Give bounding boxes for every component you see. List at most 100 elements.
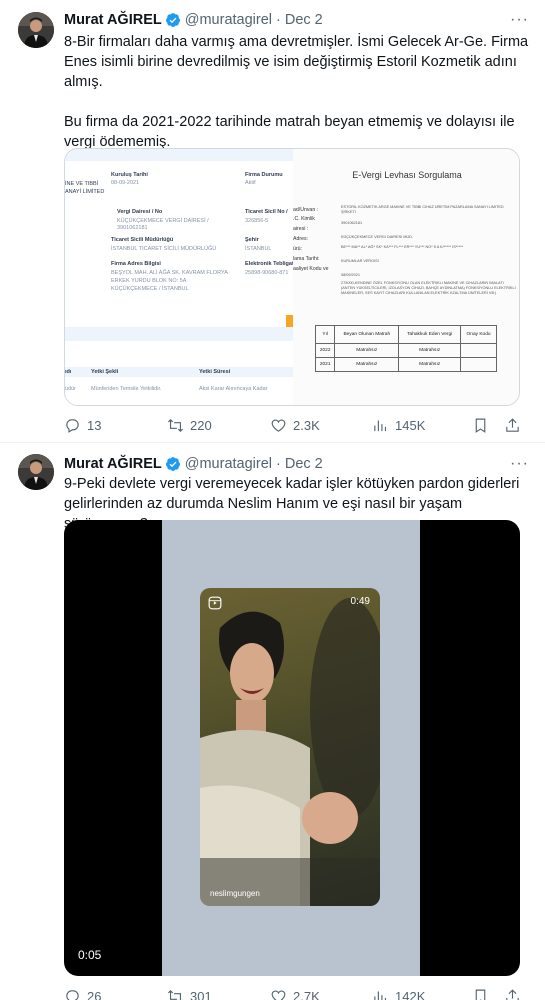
value: İNE VE TIBBİ bbox=[65, 181, 99, 187]
like-button[interactable]: 2.7K bbox=[270, 986, 320, 1000]
value: 25898-90680-871 bbox=[245, 270, 289, 276]
value: ERKEK YURDU BLOK NO: 5A bbox=[111, 278, 187, 284]
label: Ticaret Sicili Müdürlüğü bbox=[111, 237, 174, 243]
more-options-icon[interactable]: ··· bbox=[510, 10, 529, 30]
reels-icon bbox=[208, 596, 222, 610]
table-cell: 2022 bbox=[314, 343, 336, 358]
retweet-count: 220 bbox=[190, 417, 212, 433]
table-row: 2021 Matrahsız Matrahsız bbox=[314, 357, 497, 372]
author-handle[interactable]: @muratagirel bbox=[185, 10, 272, 30]
reply-button[interactable]: 26 bbox=[64, 986, 101, 1000]
reply-button[interactable]: 13 bbox=[64, 415, 101, 435]
view-count: 142K bbox=[395, 988, 426, 1000]
retweet-button[interactable]: 301 bbox=[167, 986, 212, 1000]
author-avatar[interactable] bbox=[18, 12, 54, 48]
bookmark-button[interactable] bbox=[472, 986, 489, 1000]
tweet-video[interactable]: 0:49 neslimgungen 0:05 bbox=[64, 520, 520, 976]
field-label: ürü: bbox=[293, 246, 302, 252]
table-cell: Matrahsız bbox=[398, 343, 462, 358]
like-button[interactable]: 2.3K bbox=[270, 415, 320, 435]
reply-count: 13 bbox=[87, 417, 102, 433]
table-cell: Matrahsız bbox=[398, 357, 462, 372]
retweet-count: 301 bbox=[190, 988, 212, 1000]
heart-icon bbox=[271, 990, 286, 1000]
table-header: Yetki Süresi bbox=[199, 369, 231, 375]
value: BEŞYOL MAH. ALİ AĞA SK. KAVRAM FLORYA bbox=[111, 270, 228, 276]
tweet-date[interactable]: Dec 2 bbox=[285, 454, 323, 474]
label: Vergi Dairesi / No bbox=[117, 209, 163, 215]
label: Ticaret Sicil No / bbox=[245, 209, 288, 215]
author-name[interactable]: Murat AĞIREL bbox=[64, 10, 162, 30]
reply-icon bbox=[66, 989, 79, 1000]
field-label: airesi : bbox=[293, 226, 309, 232]
field-label: .C. Kimlik bbox=[293, 216, 315, 222]
bookmark-button[interactable] bbox=[472, 415, 489, 435]
retweet-button[interactable]: 220 bbox=[167, 415, 212, 435]
value: Aktif bbox=[245, 180, 256, 186]
reel-duration: 0:49 bbox=[350, 596, 370, 607]
label: Şehir bbox=[245, 237, 259, 243]
table-header: ıdı bbox=[65, 369, 72, 375]
field-label: lama Tarihi: bbox=[293, 256, 320, 262]
label: Elektronik Tebligat bbox=[245, 261, 294, 267]
like-count: 2.7K bbox=[293, 988, 320, 1000]
views-button[interactable]: 142K bbox=[372, 986, 425, 1000]
analytics-icon bbox=[374, 991, 387, 1000]
e-vergi-levhasi-screenshot: E-Vergi Levhası Sorgulama ad/Unvan : .C.… bbox=[293, 149, 519, 405]
value: ANAYİ LİMİTED bbox=[65, 189, 105, 195]
field-value: KURUMLAR VERGİSİ bbox=[341, 259, 379, 263]
table-row: 2022 Matrahsız Matrahsız bbox=[314, 343, 497, 358]
tweet-actions: 13 220 2.3K 145K bbox=[64, 415, 524, 435]
table-header: Beyan Olunan Matrah bbox=[334, 325, 400, 344]
field-value: BE*** MA** AL* AĞ* SK* KA*** FL*** ER***… bbox=[341, 245, 464, 249]
label: Firma Adres Bilgisi bbox=[111, 261, 161, 267]
verified-badge-icon bbox=[165, 457, 180, 471]
tweet-text: 8-Bir firmaları daha varmış ama devretmi… bbox=[64, 34, 529, 150]
analytics-icon bbox=[374, 420, 387, 431]
bookmark-icon bbox=[475, 989, 486, 1000]
table-cell bbox=[460, 343, 497, 358]
table-cell bbox=[460, 357, 497, 372]
table-cell: Münferiden Temsile Yetkilidir. bbox=[91, 386, 162, 392]
value: İSTANBUL bbox=[245, 246, 272, 252]
section-band bbox=[65, 327, 293, 341]
share-button[interactable] bbox=[504, 986, 521, 1000]
field-value: ESTORİL KOZMETİK ARGE MAKİNE VE TIBBİ Cİ… bbox=[341, 205, 504, 214]
more-options-icon[interactable]: ··· bbox=[510, 454, 529, 474]
tweet[interactable]: Murat AĞIREL @muratagirel · Dec 2 ··· 9-… bbox=[0, 446, 545, 1000]
value: KÜÇÜKÇEKMECE VERGİ DAİRESİ / 3901062181 bbox=[117, 218, 209, 231]
field-label: ad/Unvan : bbox=[293, 207, 319, 213]
tweet-image[interactable]: Kuruluş Tarihi 08-09-2021 Firma Durumu A… bbox=[64, 148, 520, 406]
like-count: 2.3K bbox=[293, 417, 320, 433]
accent-marker bbox=[286, 315, 293, 327]
author-name[interactable]: Murat AĞIREL bbox=[64, 454, 162, 474]
reel-image bbox=[200, 598, 380, 906]
share-button[interactable] bbox=[504, 415, 521, 435]
video-timestamp: 0:05 bbox=[78, 948, 102, 962]
author-handle[interactable]: @muratagirel bbox=[185, 454, 272, 474]
table-cell: Matrahsız bbox=[334, 357, 400, 372]
retweet-icon bbox=[168, 418, 183, 432]
tweet-actions: 26 301 2.7K 142K bbox=[64, 986, 524, 1000]
table-cell: Aksi Karar Alınıncaya Kadar bbox=[199, 386, 268, 392]
author-avatar[interactable] bbox=[18, 454, 54, 490]
tweet[interactable]: Murat AĞIREL @muratagirel · Dec 2 ··· 8-… bbox=[0, 0, 545, 443]
separator-dot: · bbox=[276, 456, 281, 472]
view-count: 145K bbox=[395, 417, 426, 433]
video-frame: 0:49 neslimgungen bbox=[162, 520, 420, 976]
tweet-header: Murat AĞIREL @muratagirel · Dec 2 ··· bbox=[64, 10, 529, 30]
panel-title: E-Vergi Levhası Sorgulama bbox=[352, 170, 462, 180]
separator-dot: · bbox=[276, 12, 281, 28]
views-button[interactable]: 145K bbox=[372, 415, 425, 435]
tweet-date[interactable]: Dec 2 bbox=[285, 10, 323, 30]
bookmark-icon bbox=[475, 418, 486, 433]
value: İSTANBUL TİCARET SİCİLİ MÜDÜRLÜĞÜ bbox=[111, 246, 217, 252]
field-value: 08/09/2021 bbox=[341, 273, 361, 277]
reel-username: neslimgungen bbox=[210, 889, 260, 898]
field-value: 275000-KENDİNE ÖZEL FONKSİYONU OLAN ELEK… bbox=[341, 281, 516, 295]
reply-count: 26 bbox=[87, 988, 102, 1000]
field-value: KÜÇÜKÇEKMECE VERGİ DAİRESİ MÜD. bbox=[341, 235, 413, 239]
header-band bbox=[65, 149, 293, 161]
heart-icon bbox=[271, 419, 286, 432]
company-info-screenshot: Kuruluş Tarihi 08-09-2021 Firma Durumu A… bbox=[65, 149, 294, 405]
